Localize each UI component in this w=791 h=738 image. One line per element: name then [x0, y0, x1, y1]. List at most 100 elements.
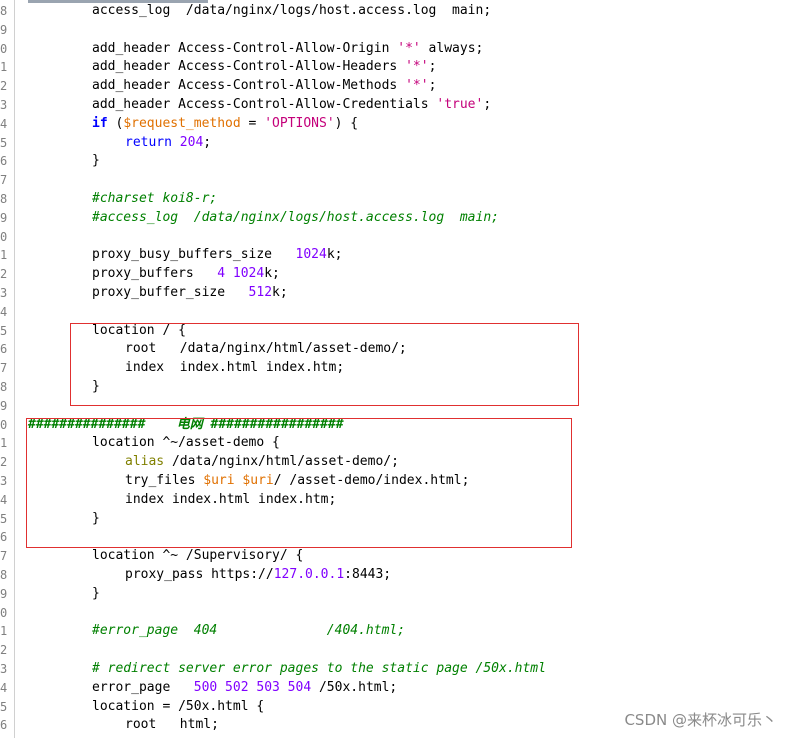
code-text: proxy_buffer_size 512k;: [92, 284, 288, 302]
line-number: 1: [0, 248, 8, 263]
code-text: proxy_buffers 4 1024k;: [92, 265, 280, 283]
code-token: proxy_buffers: [92, 266, 218, 282]
code-token: 'OPTIONS': [264, 115, 335, 131]
code-token: 'true': [436, 97, 484, 112]
code-text: #access_log /data/nginx/logs/host.access…: [92, 209, 499, 227]
code-line: 6}: [0, 152, 791, 170]
line-number: 2: [0, 267, 8, 282]
code-token: return: [125, 134, 172, 150]
code-text: return 204;: [125, 134, 211, 152]
code-line: 2 add_header Access-Control-Allow-Methods…: [0, 77, 791, 95]
code-line: 0: [0, 604, 791, 622]
code-text: if ($request_method = 'OPTIONS') {: [92, 115, 358, 133]
code-token: ;: [203, 134, 212, 150]
code-line: 4 error_page 500 502 503 504 /50x.html;: [0, 679, 791, 697]
code-line: 1 proxy_busy_buffers_size 1024k;: [0, 246, 791, 264]
code-token: add_header Access-Control-Allow-Headers: [92, 59, 406, 75]
code-editor[interactable]: 8 access_log /data/nginx/logs/host.access…: [0, 0, 791, 738]
highlight-box-location-root: [70, 323, 579, 406]
line-number: 4: [0, 304, 8, 319]
code-token: if: [92, 115, 108, 131]
line-number: 2: [0, 455, 8, 470]
code-text: error_page 500 502 503 504 /50x.html;: [92, 679, 397, 697]
code-line: 9: [0, 21, 791, 39]
code-text: location ^~ /Supervisory/ {: [92, 547, 303, 565]
code-token: proxy_busy_buffers_size: [92, 247, 296, 263]
code-line: 3 add_header Access-Control-Allow-Credent…: [0, 96, 791, 114]
code-text: proxy_busy_buffers_size 1024k;: [92, 246, 342, 264]
code-token: k;: [272, 285, 288, 300]
code-text: add_header Access-Control-Allow-Headers …: [92, 58, 436, 76]
code-text: add_header Access-Control-Allow-Credenti…: [92, 96, 491, 114]
code-text: access_log /data/nginx/logs/host.access.…: [92, 2, 491, 20]
code-token: :8443;: [344, 567, 392, 582]
code-token: 1024: [295, 247, 327, 263]
watermark: CSDN @来杯冰可乐丶: [624, 711, 777, 729]
code-token: 500 502 503 504: [193, 679, 312, 695]
line-number: 9: [0, 586, 8, 601]
line-number: 4: [0, 116, 8, 131]
code-token: '*': [405, 78, 429, 94]
code-token: add_header Access-Control-Allow-Credenti…: [92, 97, 437, 112]
line-number: 0: [0, 229, 8, 244]
line-number: 6: [0, 342, 8, 357]
code-token: (: [107, 115, 124, 131]
code-line: 3 # redirect server error pages to the st…: [0, 660, 791, 678]
code-token: }: [92, 585, 100, 601]
line-number: 1: [0, 624, 8, 639]
code-line: 4: [0, 303, 791, 321]
line-number: 0: [0, 417, 8, 432]
code-token: ;: [483, 97, 492, 112]
code-line: 5 return 204;: [0, 134, 791, 152]
code-token: 1024: [232, 266, 265, 282]
code-token: '*': [405, 59, 429, 75]
code-token: location = /50x.html {: [92, 698, 265, 714]
code-token: k;: [264, 266, 280, 282]
code-line: 7: [0, 171, 791, 189]
code-line: 8 #charset koi8-r;: [0, 190, 791, 208]
code-token: 4: [217, 266, 226, 282]
code-token: #access_log /data/nginx/logs/host.access…: [92, 209, 499, 225]
code-line: 9 #access_log /data/nginx/logs/host.acces…: [0, 209, 791, 227]
code-token: access_log /data/nginx/logs/host.access.…: [92, 3, 492, 18]
code-token: ;: [428, 78, 437, 94]
code-token: 127.0.0.1: [273, 567, 345, 582]
code-line: 1 #error_page 404 /404.html;: [0, 622, 791, 640]
code-line: 2: [0, 641, 791, 659]
line-number: 3: [0, 286, 8, 300]
code-token: location ^~ /Supervisory/ {: [92, 548, 304, 564]
code-text: add_header Access-Control-Allow-Methods …: [92, 77, 436, 95]
code-line: 2 proxy_buffers 4 1024k;: [0, 265, 791, 283]
line-number: 8: [0, 380, 8, 394]
line-number: 1: [0, 436, 8, 451]
line-number: 5: [0, 511, 8, 526]
code-text: #charset koi8-r;: [92, 190, 217, 208]
code-token: }: [92, 153, 100, 169]
line-number: 0: [0, 41, 8, 56]
code-line: 8 proxy_pass https://127.0.0.1:8443;: [0, 566, 791, 584]
code-text: }: [92, 152, 100, 170]
line-number: 9: [0, 398, 8, 413]
line-number: 8: [0, 192, 8, 206]
line-number: 3: [0, 662, 8, 676]
code-line: 7 location ^~ /Supervisory/ {: [0, 547, 791, 565]
line-number: 1: [0, 60, 8, 75]
line-number: 4: [0, 492, 8, 507]
code-line: 4 if ($request_method = 'OPTIONS') {: [0, 115, 791, 133]
code-token: $request_method: [123, 115, 241, 131]
code-token: # redirect server error pages to the sta…: [92, 661, 546, 676]
line-number: 2: [0, 643, 8, 658]
code-token: '*': [397, 40, 421, 56]
code-line: 9}: [0, 585, 791, 603]
code-token: /50x.html;: [311, 679, 398, 695]
line-number: 5: [0, 699, 8, 714]
line-number: 6: [0, 530, 8, 545]
code-text: # redirect server error pages to the sta…: [92, 660, 546, 678]
line-number: 7: [0, 173, 8, 188]
code-line: 0: [0, 228, 791, 246]
code-token: proxy_pass https://: [125, 567, 274, 582]
line-number: 0: [0, 605, 8, 620]
code-line: 1 add_header Access-Control-Allow-Headers…: [0, 58, 791, 76]
